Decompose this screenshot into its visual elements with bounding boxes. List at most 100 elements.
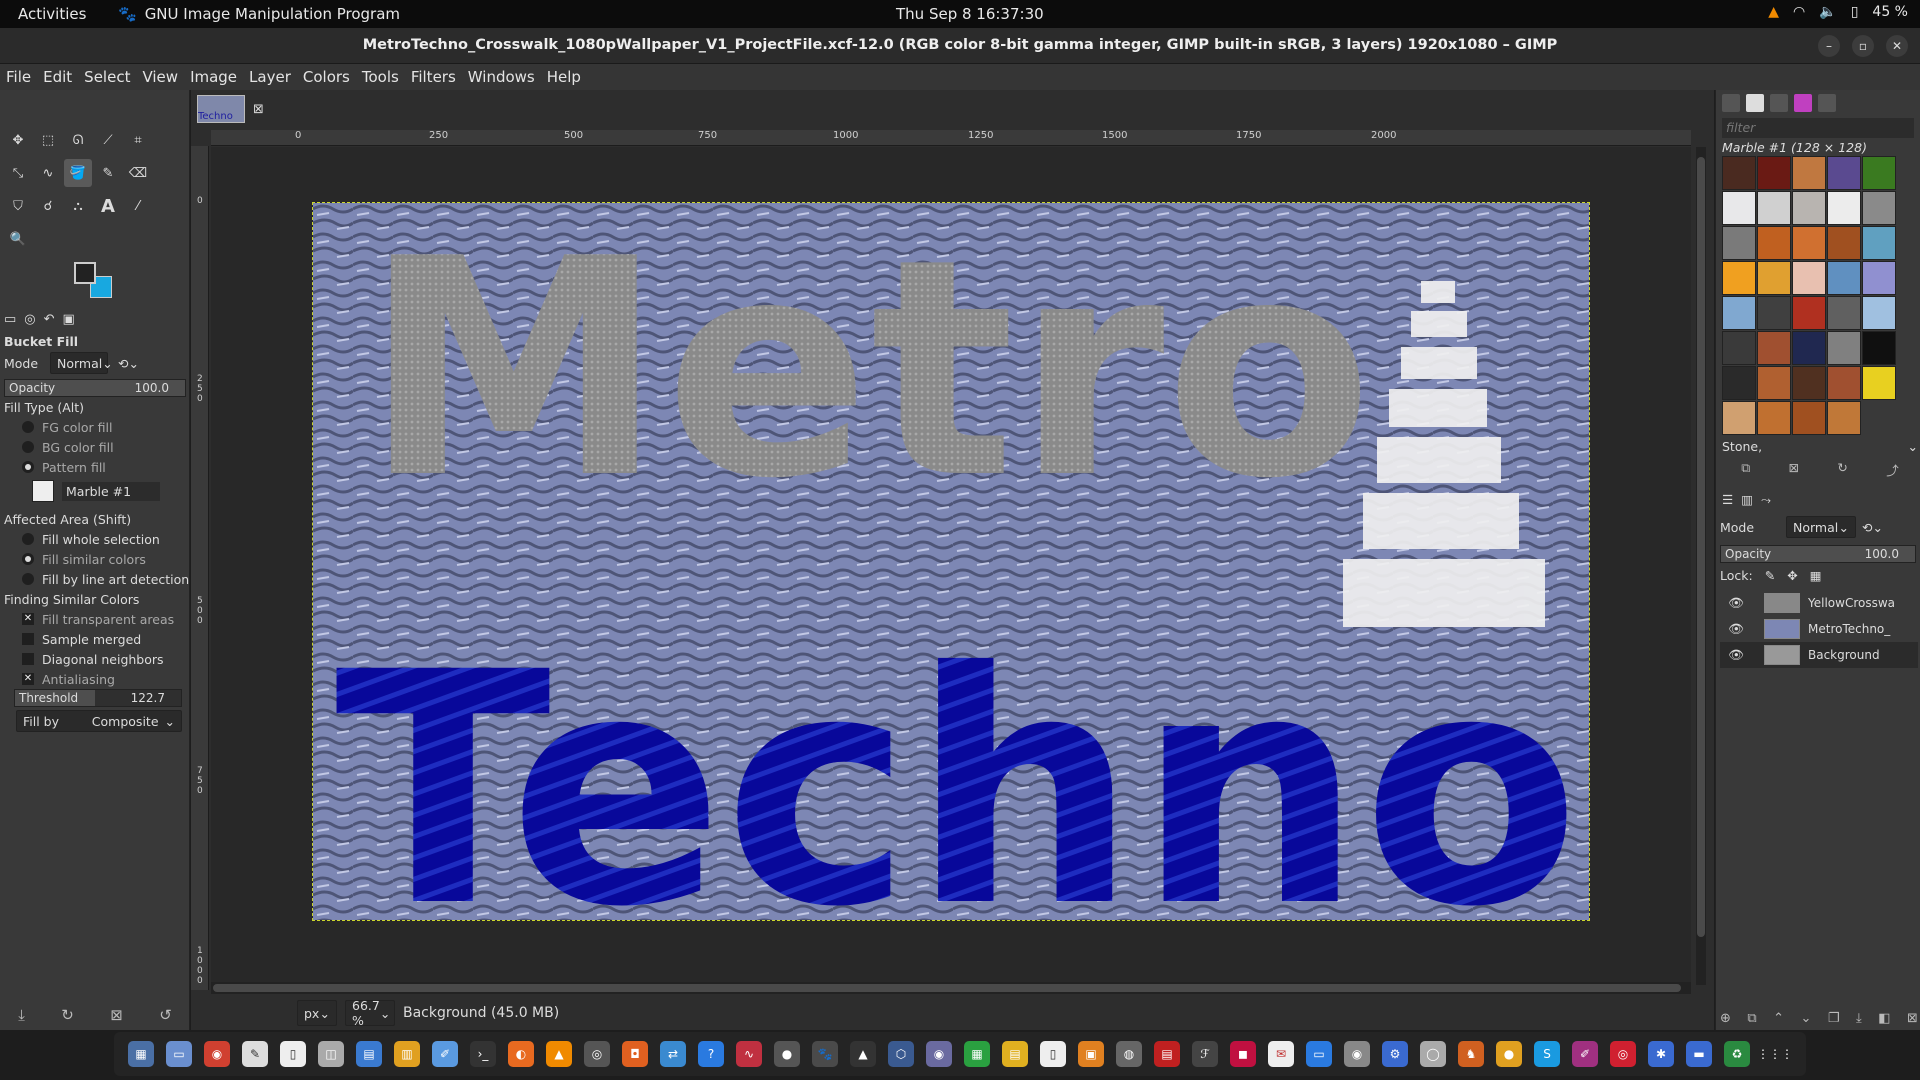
archive-launcher-icon[interactable]: ▤ [1002,1041,1028,1067]
raise-layer-icon[interactable]: ⌃ [1773,1011,1784,1026]
pattern-swatch[interactable] [1862,366,1896,400]
disk-launcher-icon[interactable]: ◉ [926,1041,952,1067]
pattern-swatch[interactable] [1792,366,1826,400]
smudge-tool-icon[interactable]: ☌ [34,192,62,220]
color-picker-tool-icon[interactable]: ⁄ [124,192,152,220]
activities-button[interactable]: Activities [18,5,86,23]
menu-colors[interactable]: Colors [297,68,356,86]
paths-tool-icon[interactable]: ⛬ [64,192,92,220]
camera-launcher-icon[interactable]: ● [774,1041,800,1067]
pattern-swatch[interactable] [1722,401,1756,435]
pattern-swatch[interactable] [1757,401,1791,435]
visibility-eye-icon[interactable]: 👁 [1726,647,1746,663]
skype-launcher-icon[interactable]: S [1534,1041,1560,1067]
new-group-icon[interactable]: ⧉ [1747,1011,1756,1026]
lock-alpha-icon[interactable]: ▦ [1810,568,1822,583]
layer-row[interactable]: 👁 YellowCrosswa [1720,590,1918,616]
visibility-eye-icon[interactable]: 👁 [1726,621,1746,637]
horizontal-ruler[interactable]: 0 250 500 750 1000 1250 1500 1750 2000 [211,130,1691,146]
save-options-icon[interactable]: ⤓ [18,1006,25,1024]
gradients-tab-icon[interactable] [1794,94,1812,112]
obs-launcher-icon[interactable]: ◎ [584,1041,610,1067]
draw-launcher-icon[interactable]: ▯ [1040,1041,1066,1067]
fg-bg-colors[interactable] [74,262,120,302]
vlc-tray-icon[interactable]: ▲ [1768,4,1779,20]
pattern-swatch[interactable] [1722,296,1756,330]
audio-launcher-icon[interactable]: ◍ [1116,1041,1142,1067]
pattern-fill-radio[interactable] [22,461,34,473]
terminal-launcher-icon[interactable]: ›_ [470,1041,496,1067]
pattern-swatch[interactable] [1827,261,1861,295]
remote-launcher-icon[interactable]: ⇄ [660,1041,686,1067]
delete-layer-icon[interactable]: ⊠ [1907,1011,1918,1026]
fonts-tab-icon[interactable] [1770,94,1788,112]
menu-help[interactable]: Help [541,68,587,86]
notes-launcher-icon[interactable]: ✎ [242,1041,268,1067]
device-status-tab-icon[interactable]: ◎ [24,312,35,327]
video-editor-launcher-icon[interactable]: ◼ [1230,1041,1256,1067]
mode-dropdown[interactable]: Normal ⌄ [50,352,113,374]
pattern-swatch[interactable] [1862,261,1896,295]
bg-fill-radio[interactable] [22,441,34,453]
help-launcher-icon[interactable]: ? [698,1041,724,1067]
pattern-swatch[interactable] [1792,331,1826,365]
pattern-swatch[interactable] [1792,226,1826,260]
monitor-launcher-icon[interactable]: ∿ [736,1041,762,1067]
fill-similar-colors-radio[interactable] [22,553,34,565]
menu-edit[interactable]: Edit [37,68,78,86]
threshold-slider[interactable]: Threshold 122.7 [14,689,182,707]
menu-view[interactable]: View [136,68,184,86]
images-tab-icon[interactable]: ▣ [63,312,75,327]
impress-launcher-icon[interactable]: ▥ [394,1041,420,1067]
close-window-button[interactable]: ✕ [1886,35,1908,57]
fill-whole-selection-radio[interactable] [22,533,34,545]
delete-options-icon[interactable]: ⊠ [110,1006,123,1024]
writer-launcher-icon[interactable]: ▤ [356,1041,382,1067]
crop-tool-icon[interactable]: ⌗ [124,126,152,154]
foreground-color-swatch[interactable] [74,262,96,284]
pattern-swatch[interactable] [1792,156,1826,190]
folder-launcher-icon[interactable]: ▭ [166,1041,192,1067]
vertical-scroll-thumb[interactable] [1697,157,1705,937]
pattern-swatch[interactable] [1827,191,1861,225]
merge-layer-icon[interactable]: ⤓ [1856,1011,1862,1026]
pattern-swatch[interactable] [1722,156,1756,190]
opera-launcher-icon[interactable]: ◎ [1610,1041,1636,1067]
pattern-swatch[interactable] [1757,366,1791,400]
maximize-button[interactable]: ▫ [1852,35,1874,57]
bucket-fill-tool-icon[interactable]: 🪣 [64,159,92,187]
pattern-swatch[interactable] [1757,156,1791,190]
layer-mode-reset-icon[interactable]: ⟲⌄ [1862,520,1883,535]
pattern-swatch[interactable] [1722,366,1756,400]
text-tool-icon[interactable]: A [94,192,122,220]
duplicate-layer-icon[interactable]: ❐ [1828,1011,1840,1026]
pattern-swatch[interactable] [1862,156,1896,190]
lock-position-icon[interactable]: ✥ [1787,568,1797,583]
pattern-swatch[interactable] [1862,191,1896,225]
calc-launcher-icon[interactable]: ▦ [964,1041,990,1067]
lock-pixels-icon[interactable]: ✎ [1765,568,1775,583]
menu-image[interactable]: Image [184,68,243,86]
menu-tools[interactable]: Tools [356,68,405,86]
display-launcher-icon[interactable]: ▭ [1306,1041,1332,1067]
storage-launcher-icon[interactable]: ▬ [1686,1041,1712,1067]
software-launcher-icon[interactable]: ◘ [622,1041,648,1067]
pattern-filter-input[interactable]: filter [1722,118,1914,138]
window-title-bar[interactable]: MetroTechno_Crosswalk_1080pWallpaper_V1_… [0,28,1920,64]
game-launcher-icon[interactable]: ♞ [1458,1041,1484,1067]
horizontal-scroll-thumb[interactable] [213,984,1681,992]
pattern-swatch[interactable] [1757,296,1791,330]
package-launcher-icon[interactable]: ▣ [1078,1041,1104,1067]
eraser-tool-icon[interactable]: ⌫ [124,159,152,187]
delete-pattern-icon[interactable]: ⊠ [1789,460,1799,479]
tool-presets-tab-icon[interactable] [1818,94,1836,112]
unit-dropdown[interactable]: px ⌄ [297,1000,337,1026]
pattern-swatch[interactable] [1757,331,1791,365]
fill-transparent-checkbox[interactable]: ✕ [22,613,34,625]
files-launcher-icon[interactable]: ▦ [128,1041,154,1067]
zoom-tool-icon[interactable]: 🔍 [4,225,32,253]
menu-select[interactable]: Select [78,68,136,86]
trash-launcher-icon[interactable]: ♻ [1724,1041,1750,1067]
pattern-swatch[interactable] [1757,226,1791,260]
pattern-swatch[interactable] [1792,191,1826,225]
